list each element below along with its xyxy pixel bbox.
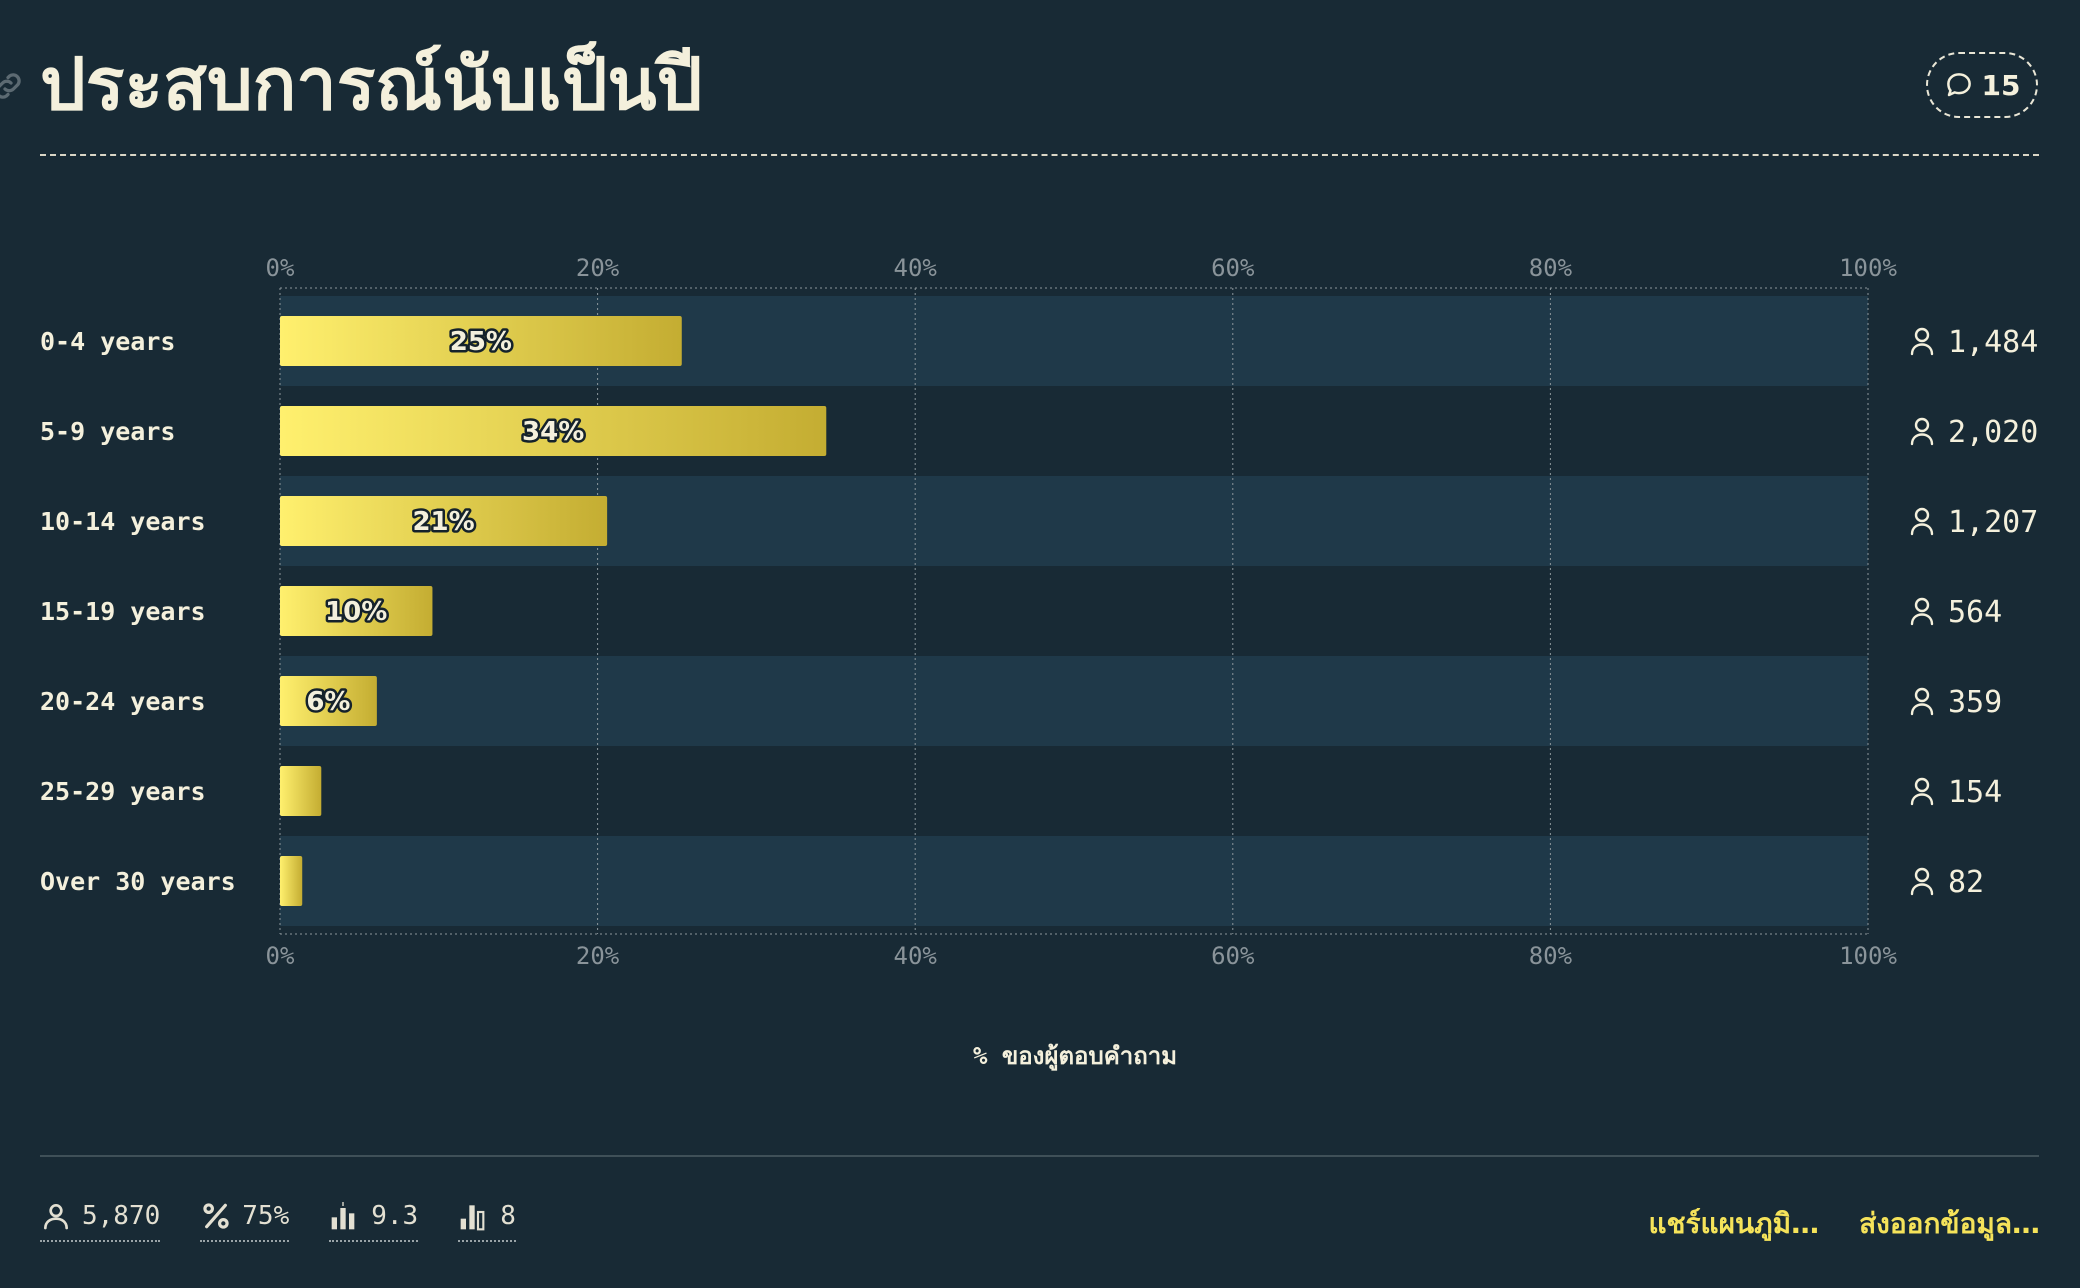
row-band (280, 656, 1868, 746)
category-label: 0-4 years (40, 327, 175, 356)
person-icon (1910, 507, 1934, 536)
bar-value-label: 10% (325, 597, 387, 627)
comment-count: 15 (1981, 68, 2021, 102)
x-tick-label-top: 0% (266, 254, 295, 282)
category-label: 15-19 years (40, 597, 206, 626)
bar-value-label: 6% (306, 687, 350, 717)
x-tick-label-top: 40% (894, 254, 938, 282)
export-data-link[interactable]: ส่งออกข้อมูล… (1859, 1202, 2040, 1246)
respondents-value: 5,870 (82, 1201, 161, 1231)
mean-bars-icon (331, 1202, 355, 1230)
person-icon (44, 1204, 68, 1230)
footer-divider (40, 1155, 2039, 1157)
x-axis-title: % ของผู้ตอบคำถาม (972, 1042, 1178, 1070)
percent-icon (203, 1203, 229, 1229)
category-label: Over 30 years (40, 867, 236, 896)
share-chart-link[interactable]: แชร์แผนภูมิ… (1648, 1202, 1819, 1246)
percent-value: 75% (242, 1201, 290, 1231)
bar[interactable] (280, 856, 303, 906)
x-tick-label-bottom: 60% (1211, 942, 1255, 970)
title-divider (40, 154, 2039, 156)
respondent-count: 2,020 (1948, 415, 2038, 450)
bar-value-label: 25% (450, 327, 512, 357)
row-band (280, 836, 1868, 926)
chart-title: ประสบการณ์นับเป็นปี (40, 41, 703, 126)
category-label: 10-14 years (40, 507, 206, 536)
x-tick-label-bottom: 40% (894, 942, 938, 970)
x-tick-label-top: 100% (1839, 254, 1897, 282)
x-tick-label-bottom: 80% (1529, 942, 1573, 970)
person-icon (1910, 687, 1934, 716)
x-tick-label-top: 80% (1529, 254, 1573, 282)
percent-stat[interactable]: 75% (200, 1200, 290, 1242)
person-icon (1910, 867, 1934, 896)
respondent-count: 154 (1948, 775, 2002, 810)
median-value: 8 (500, 1201, 516, 1231)
bar-value-label: 34% (522, 417, 584, 447)
bar-value-label: 21% (412, 507, 474, 537)
median-bars-icon (460, 1205, 485, 1231)
comment-bubble-icon (1946, 73, 1971, 97)
person-icon (1910, 327, 1934, 356)
summary-stats: 5,870 75% 9.3 8 (40, 1200, 516, 1242)
x-tick-label-bottom: 20% (576, 942, 620, 970)
respondent-count: 82 (1948, 865, 1984, 900)
bar[interactable] (280, 766, 322, 816)
respondents-stat[interactable]: 5,870 (40, 1200, 161, 1242)
respondent-count: 1,207 (1948, 505, 2038, 540)
respondent-count: 1,484 (1948, 325, 2038, 360)
average-value: 9.3 (371, 1201, 419, 1231)
footer-actions: แชร์แผนภูมิ… ส่งออกข้อมูล… (1648, 1202, 2040, 1246)
bar-chart: 0% 0% 20% 20% 40% 40% 60% 60% 80% 80% 100% 100% 0-4 … (40, 254, 2038, 970)
category-label: 25-29 years (40, 777, 206, 806)
person-icon (1910, 417, 1934, 446)
category-label: 5-9 years (40, 417, 175, 446)
respondent-count: 359 (1948, 685, 2002, 720)
person-icon (1910, 777, 1934, 806)
median-stat[interactable]: 8 (458, 1200, 516, 1242)
x-tick-label-bottom: 100% (1839, 942, 1897, 970)
respondent-count: 564 (1948, 595, 2002, 630)
comments-button[interactable]: 15 (1926, 52, 2038, 118)
average-stat[interactable]: 9.3 (329, 1200, 419, 1242)
x-tick-label-top: 20% (576, 254, 620, 282)
x-tick-label-bottom: 0% (266, 942, 295, 970)
person-icon (1910, 597, 1934, 626)
x-tick-label-top: 60% (1211, 254, 1255, 282)
category-label: 20-24 years (40, 687, 206, 716)
link-icon[interactable] (0, 68, 26, 104)
